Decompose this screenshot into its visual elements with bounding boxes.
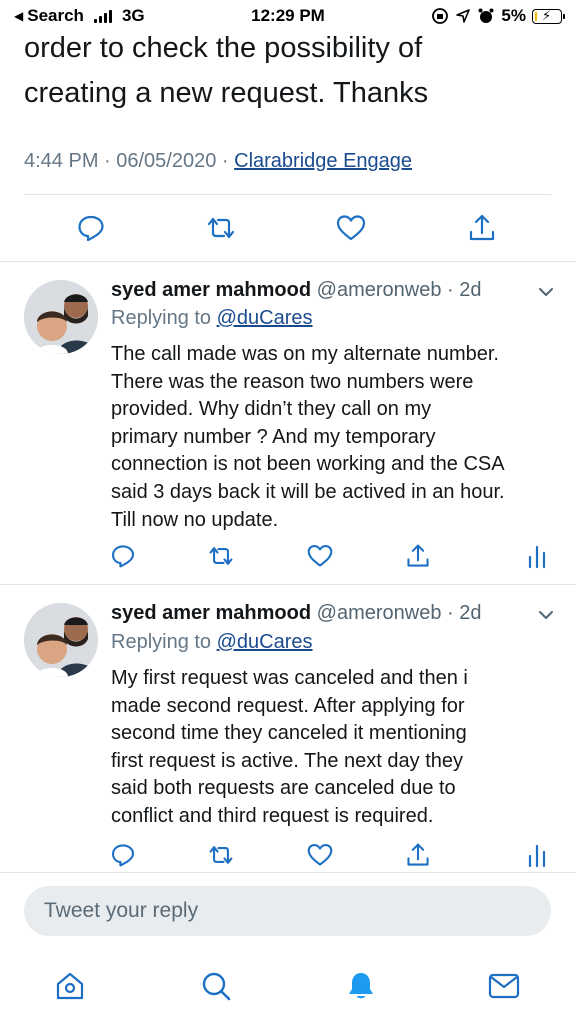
- author-name[interactable]: syed amer mahmood: [111, 602, 311, 624]
- avatar[interactable]: [24, 280, 98, 354]
- chevron-down-icon[interactable]: [536, 282, 556, 302]
- author-handle[interactable]: @ameronweb · 2d: [317, 279, 482, 301]
- avatar[interactable]: [24, 603, 98, 677]
- chevron-down-icon[interactable]: [536, 605, 556, 625]
- analytics-icon[interactable]: [522, 541, 552, 571]
- search-icon[interactable]: [196, 966, 236, 1006]
- tweet-source-link[interactable]: Clarabridge Engage: [234, 150, 412, 172]
- reply-text-line: said both requests are canceled due to: [111, 777, 456, 800]
- replying-to: Replying to @duCares: [111, 631, 313, 654]
- reply-text-line: first request is active. The next day th…: [111, 749, 464, 772]
- reply-tweet[interactable]: syed amer mahmood @ameronweb · 2d Replyi…: [0, 585, 576, 875]
- tweet-meta: 4:44 PM · 06/05/2020 · Clarabridge Engag…: [24, 150, 412, 173]
- mention-link[interactable]: @duCares: [217, 307, 313, 329]
- replying-to-label: Replying to: [111, 631, 217, 653]
- retweet-icon[interactable]: [201, 208, 241, 248]
- tweet-reply-input[interactable]: Tweet your reply: [24, 886, 551, 936]
- author-name[interactable]: syed amer mahmood: [111, 279, 311, 301]
- notifications-icon[interactable]: [341, 966, 381, 1006]
- share-icon[interactable]: [462, 208, 502, 248]
- replying-to: Replying to @duCares: [111, 307, 313, 330]
- tweet-text-line: creating a new request. Thanks: [24, 77, 429, 109]
- mention-link[interactable]: @duCares: [217, 631, 313, 653]
- reply-text-line: said 3 days back it will be actived in a…: [111, 480, 505, 503]
- battery-icon: ⚡: [532, 8, 565, 24]
- messages-icon[interactable]: [484, 966, 524, 1006]
- home-icon[interactable]: [50, 966, 90, 1006]
- replying-to-label: Replying to: [111, 307, 217, 329]
- tweet-timestamp: 4:44 PM · 06/05/2020 ·: [24, 150, 235, 172]
- like-icon[interactable]: [331, 208, 371, 248]
- share-icon[interactable]: [403, 541, 433, 571]
- divider: [0, 872, 576, 873]
- reply-header: syed amer mahmood @ameronweb · 2d: [111, 600, 481, 626]
- retweet-icon[interactable]: [206, 840, 236, 870]
- alarm-icon: [478, 8, 494, 23]
- divider: [24, 194, 551, 195]
- retweet-icon[interactable]: [206, 541, 236, 571]
- reply-tweet[interactable]: syed amer mahmood @ameronweb · 2d Replyi…: [0, 262, 576, 584]
- reply-text-line: primary number ? And my temporary: [111, 425, 436, 448]
- reply-header: syed amer mahmood @ameronweb · 2d: [111, 277, 481, 303]
- reply-text-line: The call made was on my alternate number…: [111, 343, 499, 365]
- author-handle[interactable]: @ameronweb · 2d: [317, 602, 482, 624]
- like-icon[interactable]: [305, 541, 335, 571]
- analytics-icon[interactable]: [522, 840, 552, 870]
- reply-text: The call made was on my alternate number…: [111, 341, 551, 534]
- tweet-text-line: order to check the possibility of: [24, 32, 423, 64]
- reply-text: My first request was canceled and then i…: [111, 665, 551, 831]
- reply-icon[interactable]: [71, 208, 111, 248]
- tweet-action-bar: [0, 208, 576, 252]
- reply-text-line: There was the reason two numbers were: [111, 370, 474, 393]
- status-bar-right: 5% ⚡: [431, 6, 565, 26]
- reply-text-line: connection is not been working and the C…: [111, 453, 505, 476]
- screen-lock-icon: [432, 8, 449, 24]
- reply-text-line: provided. Why didn’t they call on my: [111, 398, 432, 421]
- reply-text-line: conflict and third request is required.: [111, 804, 434, 827]
- reply-text-line: made second request. After applying for: [111, 694, 465, 717]
- share-icon[interactable]: [403, 840, 433, 870]
- tweet-text: order to check the possibility of creati…: [24, 26, 554, 116]
- location-icon: [456, 9, 471, 23]
- reply-text-line: Till now no update.: [111, 508, 279, 531]
- reply-text-line: My first request was canceled and then i: [111, 667, 468, 689]
- bottom-tab-bar: [0, 958, 576, 1018]
- like-icon[interactable]: [305, 840, 335, 870]
- reply-text-line: second time they canceled it mentioning: [111, 722, 467, 745]
- reply-icon[interactable]: [108, 840, 138, 870]
- reply-icon[interactable]: [108, 541, 138, 571]
- battery-percent: 5%: [501, 6, 526, 25]
